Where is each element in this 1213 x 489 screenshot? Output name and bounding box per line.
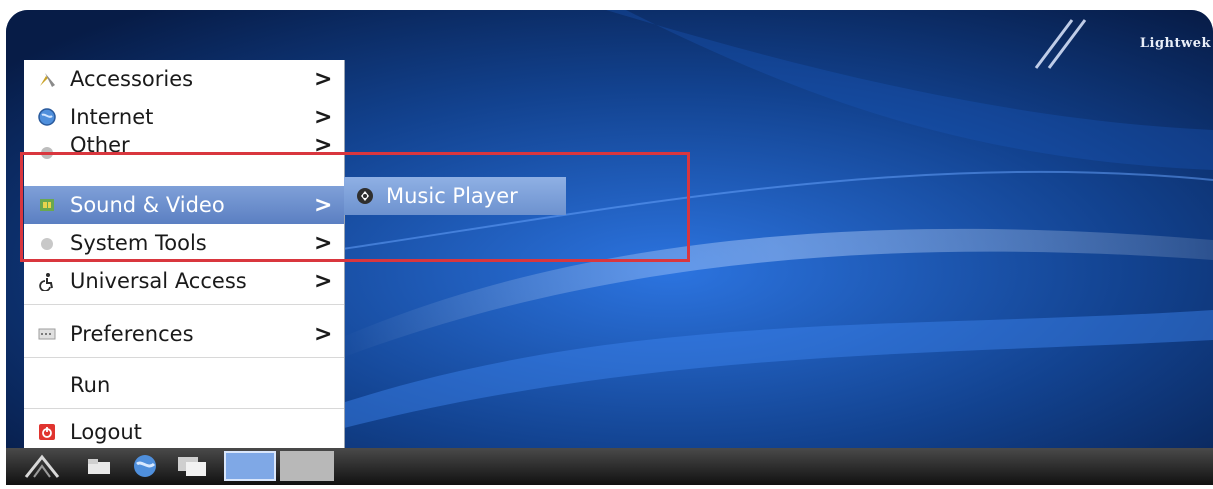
workspace-2[interactable] xyxy=(280,451,334,481)
start-menu-icon[interactable] xyxy=(20,452,64,480)
menu-item-internet[interactable]: Internet > xyxy=(24,98,344,136)
chevron-right-icon: > xyxy=(314,268,333,294)
menu-item-label: Universal Access xyxy=(70,269,247,293)
menu-item-label: Other xyxy=(70,136,130,157)
menu-item-logout[interactable]: Logout xyxy=(24,413,344,451)
music-player-icon xyxy=(354,185,376,207)
menu-separator xyxy=(24,304,344,305)
system-tools-icon xyxy=(36,232,58,254)
taskbar xyxy=(6,448,1213,485)
chevron-right-icon: > xyxy=(314,192,333,218)
menu-item-accessories[interactable]: Accessories > xyxy=(24,60,344,98)
chevron-right-icon: > xyxy=(314,104,333,130)
submenu-item-music-player[interactable]: Music Player xyxy=(344,177,566,215)
desktop: Lightwek Accessories > Internet > Other … xyxy=(6,10,1213,485)
menu-item-label: System Tools xyxy=(70,231,207,255)
file-manager-icon[interactable] xyxy=(84,452,114,480)
universal-access-icon xyxy=(36,270,58,292)
accessories-icon xyxy=(36,68,58,90)
sound-video-icon xyxy=(36,194,58,216)
menu-item-label: Internet xyxy=(70,105,154,129)
menu-item-label: Logout xyxy=(70,420,142,444)
submenu-item-label: Music Player xyxy=(386,184,518,208)
menu-item-other[interactable]: Other > xyxy=(24,136,344,166)
chevron-right-icon: > xyxy=(314,136,333,158)
preferences-icon xyxy=(36,323,58,345)
menu-item-label: Preferences xyxy=(70,322,194,346)
workspace-1[interactable] xyxy=(224,451,276,481)
menu-item-label: Sound & Video xyxy=(70,193,225,217)
show-desktop-icon[interactable] xyxy=(172,452,212,480)
menu-item-label: Accessories xyxy=(70,67,194,91)
internet-globe-icon xyxy=(36,106,58,128)
chevron-right-icon: > xyxy=(314,321,333,347)
other-bullet-icon xyxy=(36,140,58,162)
menu-separator xyxy=(24,357,344,358)
brand-logo-text: Lightwek xyxy=(1139,36,1211,51)
logout-icon xyxy=(36,421,58,443)
menu-item-universal-access[interactable]: Universal Access > xyxy=(24,262,344,300)
browser-icon[interactable] xyxy=(128,452,162,480)
menu-item-run[interactable]: Run xyxy=(24,366,344,404)
start-menu: Accessories > Internet > Other > Sound &… xyxy=(24,60,345,448)
menu-item-sound-video[interactable]: Sound & Video > xyxy=(24,186,344,224)
menu-separator xyxy=(24,408,344,409)
menu-item-label: Run xyxy=(70,373,111,397)
chevron-right-icon: > xyxy=(314,66,333,92)
menu-item-system-tools[interactable]: System Tools > xyxy=(24,224,344,262)
menu-item-preferences[interactable]: Preferences > xyxy=(24,315,344,353)
chevron-right-icon: > xyxy=(314,230,333,256)
